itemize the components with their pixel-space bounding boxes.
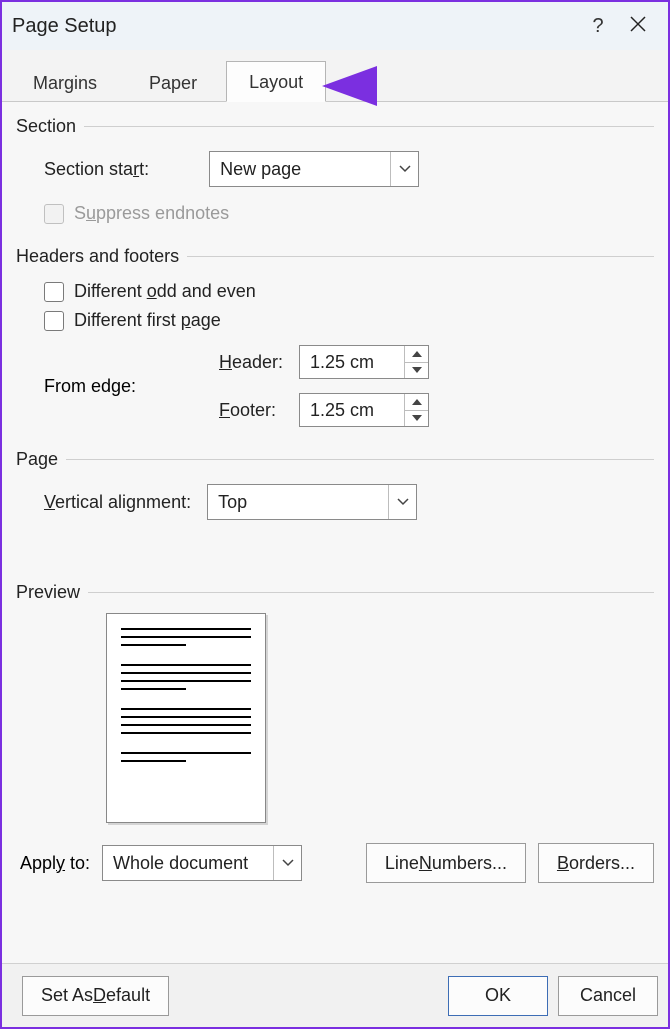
group-section-heading: Section: [16, 116, 84, 137]
dialog-title: Page Setup: [12, 15, 578, 38]
tabstrip: Margins Paper Layout: [2, 50, 668, 102]
apply-to-value: Whole document: [103, 853, 273, 874]
suppress-endnotes-label: Suppress endnotes: [74, 203, 229, 224]
close-icon[interactable]: [618, 16, 658, 37]
titlebar: Page Setup ?: [2, 2, 668, 50]
group-section: Section Section start: New page Suppress…: [16, 116, 654, 228]
cancel-button[interactable]: Cancel: [558, 976, 658, 1016]
suppress-endnotes-checkbox: [44, 204, 64, 224]
line-numbers-button[interactable]: Line Numbers...: [366, 843, 526, 883]
page-setup-dialog: Page Setup ? Margins Paper Layout Sectio…: [0, 0, 670, 1029]
tab-layout[interactable]: Layout: [226, 61, 326, 102]
footer-distance-value: 1.25 cm: [300, 394, 404, 426]
group-headers-heading: Headers and footers: [16, 246, 187, 267]
spin-up-icon[interactable]: [405, 394, 428, 411]
chevron-down-icon[interactable]: [388, 485, 416, 519]
section-start-combo[interactable]: New page: [209, 151, 419, 187]
borders-button[interactable]: Borders...: [538, 843, 654, 883]
apply-row: Apply to: Whole document Line Numbers...…: [16, 841, 654, 897]
help-icon[interactable]: ?: [578, 15, 618, 38]
spin-up-icon[interactable]: [405, 346, 428, 363]
set-as-default-button[interactable]: Set As Default: [22, 976, 169, 1016]
apply-to-combo[interactable]: Whole document: [102, 845, 302, 881]
group-preview-heading: Preview: [16, 582, 88, 603]
tab-margins[interactable]: Margins: [10, 62, 120, 102]
vertical-alignment-combo[interactable]: Top: [207, 484, 417, 520]
tab-paper[interactable]: Paper: [126, 62, 220, 102]
group-page: Page Vertical alignment: Top: [16, 449, 654, 524]
chevron-down-icon[interactable]: [273, 846, 301, 880]
group-headers-footers: Headers and footers Different odd and ev…: [16, 246, 654, 431]
ok-button[interactable]: OK: [448, 976, 548, 1016]
footer-distance-label: Footer:: [219, 400, 299, 421]
group-page-heading: Page: [16, 449, 66, 470]
different-odd-even-label: Different odd and even: [74, 281, 256, 302]
different-first-page-checkbox[interactable]: [44, 311, 64, 331]
vertical-alignment-value: Top: [208, 492, 388, 513]
different-first-page-label: Different first page: [74, 310, 221, 331]
dialog-content: Section Section start: New page Suppress…: [2, 102, 668, 963]
spin-down-icon[interactable]: [405, 411, 428, 427]
header-distance-label: Header:: [219, 352, 299, 373]
spin-down-icon[interactable]: [405, 363, 428, 379]
header-distance-value: 1.25 cm: [300, 346, 404, 378]
group-preview: Preview: [16, 582, 654, 823]
header-distance-spinner[interactable]: 1.25 cm: [299, 345, 429, 379]
apply-to-label: Apply to:: [20, 853, 90, 874]
preview-page-icon: [106, 613, 266, 823]
section-start-value: New page: [210, 159, 390, 180]
from-edge-label: From edge:: [44, 376, 136, 396]
section-start-label: Section start:: [44, 159, 149, 180]
vertical-alignment-label: Vertical alignment:: [44, 492, 191, 513]
chevron-down-icon[interactable]: [390, 152, 418, 186]
dialog-footer: Set As Default OK Cancel: [2, 963, 668, 1027]
footer-distance-spinner[interactable]: 1.25 cm: [299, 393, 429, 427]
different-odd-even-checkbox[interactable]: [44, 282, 64, 302]
